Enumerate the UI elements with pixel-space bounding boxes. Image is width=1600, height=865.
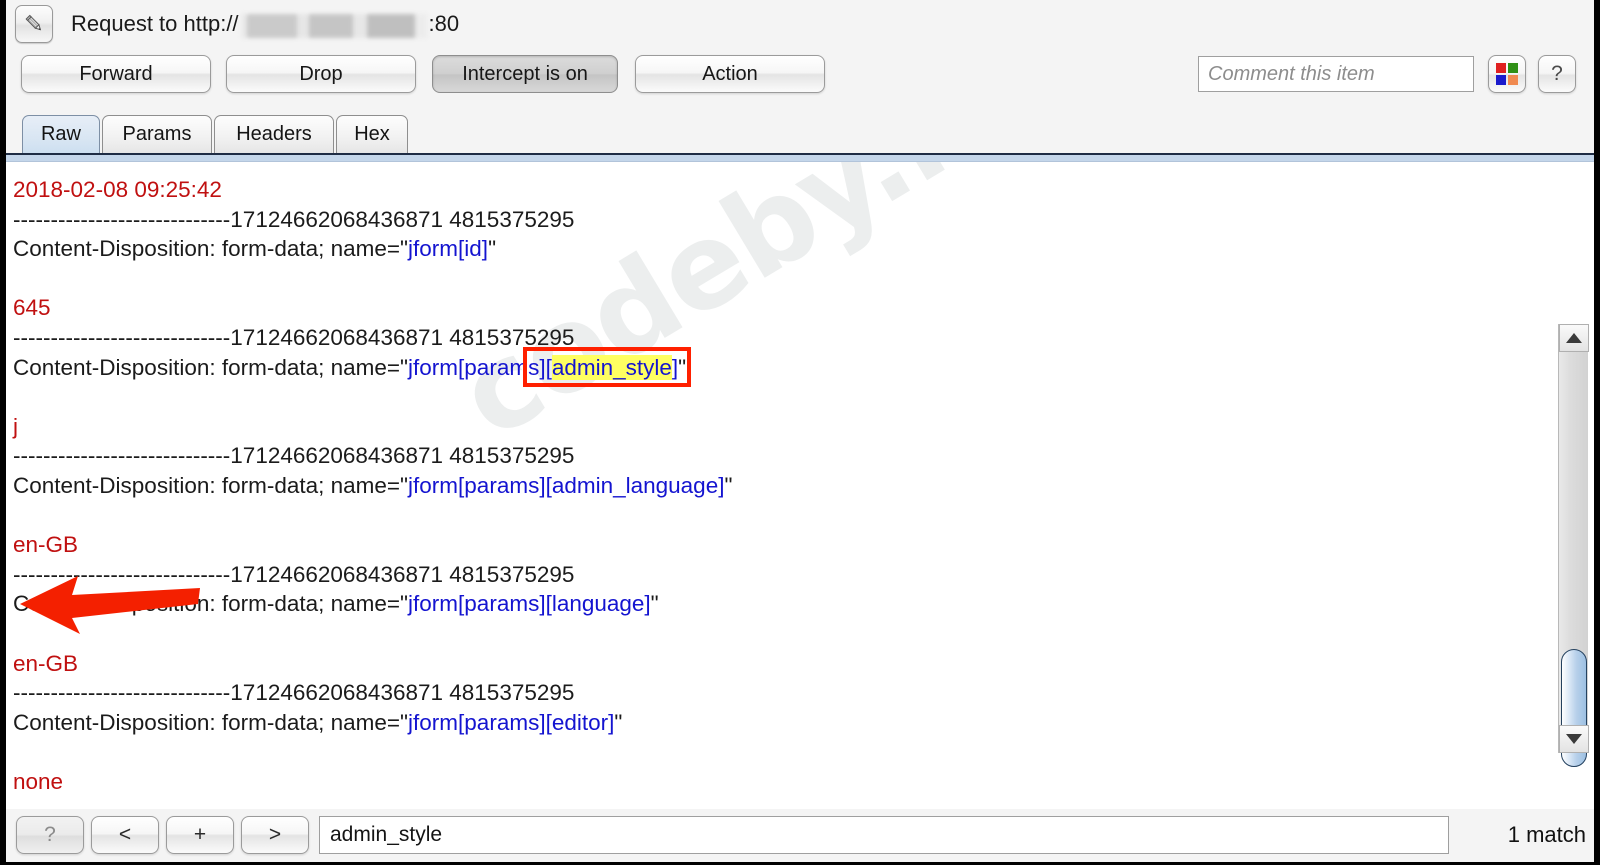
request-title: Request to http:// :80 (71, 10, 460, 38)
request-body-text: 2018-02-08 09:25:42 --------------------… (13, 175, 1554, 796)
window-edge-left (0, 0, 6, 865)
burp-intercept-window: Request to http:// :80 Forward Drop Inter… (0, 0, 1600, 865)
intercept-toggle-button[interactable]: Intercept is on (432, 55, 618, 93)
scroll-up-button[interactable] (1559, 324, 1589, 352)
line-disposition-1: Content-Disposition: form-data; name="jf… (13, 236, 497, 262)
line-disposition-admin-language: Content-Disposition: form-data; name="jf… (13, 472, 733, 498)
title-suffix: :80 (428, 10, 460, 36)
match-count-label: 1 match (1507, 822, 1586, 847)
drop-button[interactable]: Drop (226, 55, 416, 93)
tab-raw[interactable]: Raw (22, 115, 100, 153)
search-footer: ? < + > admin_style 1 match (6, 809, 1594, 862)
window-edge-right (1594, 0, 1600, 865)
scroll-down-icon (1566, 734, 1582, 744)
red-left-arrow-icon (20, 576, 200, 634)
action-button[interactable]: Action (635, 55, 825, 93)
vertical-scrollbar[interactable] (1558, 324, 1589, 767)
tab-params[interactable]: Params (102, 115, 212, 153)
line-value-admin-style: j (13, 413, 18, 439)
tab-hex[interactable]: Hex (336, 115, 408, 153)
line-disposition-admin-style: Content-Disposition: form-data; name="jf… (13, 346, 692, 388)
line-timestamp: 2018-02-08 09:25:42 (13, 177, 222, 202)
highlighted-term: admin_style (551, 354, 672, 380)
line-value-admin-language: en-GB (13, 532, 79, 558)
search-input[interactable]: admin_style (319, 816, 1449, 854)
search-prev-button[interactable]: < (91, 816, 159, 854)
help-button[interactable]: ? (1538, 55, 1576, 93)
admin-style-annotation: s][admin_style]" (523, 346, 692, 388)
search-help-button[interactable]: ? (16, 816, 84, 854)
line-boundary-1: -----------------------------17124662068… (13, 206, 575, 232)
line-value-id: 645 (13, 295, 51, 321)
line-value-language: en-GB (13, 650, 79, 676)
scroll-down-button[interactable] (1559, 725, 1589, 753)
edit-pencil-button[interactable] (15, 4, 53, 43)
search-add-button[interactable]: + (166, 816, 234, 854)
title-prefix: Request to http:// (71, 10, 239, 36)
message-tabs: Raw Params Headers Hex (6, 104, 1594, 153)
line-value-editor: none (13, 768, 64, 794)
highlight-color-button[interactable] (1488, 55, 1526, 93)
line-boundary-3: -----------------------------17124662068… (13, 443, 575, 469)
pencil-icon (25, 14, 42, 30)
scroll-up-icon (1566, 333, 1582, 343)
raw-request-editor[interactable]: codeby.net 2018-02-08 09:25:42 ---------… (6, 162, 1594, 809)
line-disposition-editor: Content-Disposition: form-data; name="jf… (13, 709, 623, 735)
color-swatch-icon (1496, 63, 1518, 85)
comment-input[interactable]: Comment this item (1198, 56, 1474, 92)
redacted-host (240, 13, 427, 38)
forward-button[interactable]: Forward (21, 55, 211, 93)
tab-underline (6, 153, 1594, 162)
title-bar: Request to http:// :80 (6, 0, 1594, 47)
tab-headers[interactable]: Headers (214, 115, 334, 153)
line-boundary-2: -----------------------------17124662068… (13, 324, 575, 350)
action-toolbar: Forward Drop Intercept is on Action Comm… (6, 47, 1594, 104)
line-boundary-5: -----------------------------17124662068… (13, 680, 575, 706)
search-next-button[interactable]: > (241, 816, 309, 854)
